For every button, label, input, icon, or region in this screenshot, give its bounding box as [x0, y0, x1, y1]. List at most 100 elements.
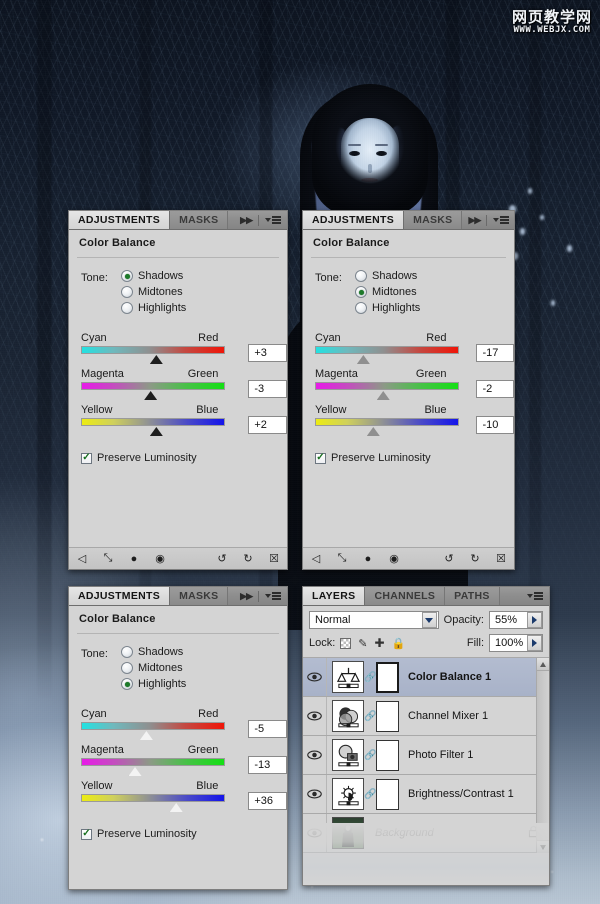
slider-magenta-green-value[interactable]: -2	[476, 380, 514, 398]
reset-adjustment-icon[interactable]: ↻	[235, 548, 261, 570]
layer-mask-thumbnail[interactable]	[376, 739, 399, 771]
scroll-down-button[interactable]	[537, 840, 549, 853]
layer-visibility-icon[interactable]	[303, 658, 327, 696]
layer-visibility-icon[interactable]	[303, 736, 327, 774]
panel-menu-icon[interactable]	[265, 216, 281, 224]
clip-to-layer-icon[interactable]: ●	[121, 548, 147, 570]
radio-highlights[interactable]: Highlights	[121, 678, 186, 690]
tab-adjustments[interactable]: ADJUSTMENTS	[69, 211, 171, 229]
radio-shadows[interactable]: Shadows	[121, 270, 186, 282]
layer-mask-link-icon[interactable]: 🔗	[364, 672, 376, 683]
expanded-view-icon[interactable]: ⤡	[95, 548, 121, 570]
collapse-to-icons-icon[interactable]: ▶▶	[468, 215, 481, 226]
slider-cyan-red-thumb[interactable]	[139, 731, 153, 740]
radio-midtones[interactable]: Midtones	[355, 286, 420, 298]
tab-masks[interactable]: MASKS	[170, 211, 229, 229]
slider-cyan-red-track[interactable]	[315, 346, 459, 364]
blend-mode-select[interactable]: Normal	[309, 611, 439, 629]
collapse-to-icons-icon[interactable]: ▶▶	[240, 215, 253, 226]
panel-menu-icon[interactable]	[527, 592, 543, 600]
slider-cyan-red-track[interactable]	[81, 722, 225, 740]
preserve-luminosity-checkbox[interactable]: ✓	[81, 828, 92, 840]
layer-mask-link-icon[interactable]: 🔗	[364, 789, 376, 800]
layer-visibility-icon[interactable]	[303, 775, 327, 813]
tab-paths[interactable]: PATHS	[445, 587, 500, 605]
clip-to-layer-icon[interactable]: ●	[355, 548, 381, 570]
collapse-to-icons-icon[interactable]: ▶▶	[240, 591, 253, 602]
table-row[interactable]: 🔗 Channel Mixer 1	[303, 697, 549, 736]
toggle-layer-visibility-icon[interactable]: ◉	[147, 548, 173, 570]
slider-yellow-blue-thumb[interactable]	[366, 427, 380, 436]
layer-thumbnail-photo-filter[interactable]	[332, 739, 364, 771]
slider-cyan-red-thumb[interactable]	[149, 355, 163, 364]
slider-magenta-green-thumb[interactable]	[128, 767, 142, 776]
delete-adjustment-layer-icon[interactable]: ☒	[488, 548, 514, 570]
layer-thumbnail-channel-mixer[interactable]	[332, 700, 364, 732]
slider-magenta-green-track[interactable]	[81, 382, 225, 400]
layer-visibility-icon[interactable]	[303, 814, 327, 852]
table-row[interactable]: 🔗 Photo Filter 1	[303, 736, 549, 775]
radio-midtones[interactable]: Midtones	[121, 286, 186, 298]
layer-thumbnail-brightness-contrast[interactable]	[332, 778, 364, 810]
layer-thumbnail-color-balance[interactable]	[332, 661, 364, 693]
layer-name[interactable]: Channel Mixer 1	[399, 710, 549, 722]
panel-menu-icon[interactable]	[493, 216, 510, 224]
opacity-slider-arrow-icon[interactable]	[527, 612, 542, 628]
slider-yellow-blue-value[interactable]: +36	[248, 792, 287, 810]
layer-mask-thumbnail[interactable]	[376, 700, 399, 732]
tab-adjustments[interactable]: ADJUSTMENTS	[303, 211, 405, 229]
layer-name[interactable]: Background	[364, 827, 528, 839]
slider-yellow-blue-track[interactable]	[315, 418, 459, 436]
preview-previous-state-icon[interactable]: ↺	[209, 548, 235, 570]
tab-masks[interactable]: MASKS	[404, 211, 463, 229]
preserve-luminosity-row[interactable]: ✓ Preserve Luminosity	[69, 816, 287, 840]
tab-channels[interactable]: CHANNELS	[365, 587, 446, 605]
slider-cyan-red-thumb[interactable]	[356, 355, 370, 364]
slider-cyan-red-value[interactable]: +3	[248, 344, 287, 362]
slider-yellow-blue-track[interactable]	[81, 794, 225, 812]
layers-scrollbar[interactable]	[536, 658, 549, 853]
layer-mask-link-icon[interactable]: 🔗	[364, 750, 376, 761]
radio-midtones[interactable]: Midtones	[121, 662, 186, 674]
slider-magenta-green-thumb[interactable]	[144, 391, 158, 400]
slider-magenta-green-value[interactable]: -3	[248, 380, 287, 398]
radio-highlights[interactable]: Highlights	[355, 302, 420, 314]
slider-yellow-blue-value[interactable]: -10	[476, 416, 514, 434]
layer-mask-link-icon[interactable]: 🔗	[364, 711, 376, 722]
opacity-field[interactable]: 55%	[489, 611, 543, 629]
preview-previous-state-icon[interactable]: ↺	[436, 548, 462, 570]
panel-menu-icon[interactable]	[265, 592, 281, 600]
layer-name[interactable]: Photo Filter 1	[399, 749, 549, 761]
radio-highlights[interactable]: Highlights	[121, 302, 186, 314]
slider-cyan-red-track[interactable]	[81, 346, 225, 364]
table-row[interactable]: 🔗 Brightness/Contrast 1	[303, 775, 549, 814]
return-to-adjustment-list-icon[interactable]: ◁	[303, 548, 329, 570]
delete-adjustment-layer-icon[interactable]: ☒	[261, 548, 287, 570]
fill-slider-arrow-icon[interactable]	[527, 635, 542, 651]
preserve-luminosity-row[interactable]: ✓ Preserve Luminosity	[69, 440, 287, 464]
preserve-luminosity-checkbox[interactable]: ✓	[315, 452, 326, 464]
return-to-adjustment-list-icon[interactable]: ◁	[69, 548, 95, 570]
reset-adjustment-icon[interactable]: ↻	[462, 548, 488, 570]
table-row[interactable]: Background	[303, 814, 549, 853]
slider-magenta-green-thumb[interactable]	[376, 391, 390, 400]
lock-image-pixels-icon[interactable]: ✎	[358, 637, 367, 650]
layer-visibility-icon[interactable]	[303, 697, 327, 735]
slider-magenta-green-value[interactable]: -13	[248, 756, 287, 774]
lock-transparent-pixels-icon[interactable]	[340, 637, 352, 649]
fill-field[interactable]: 100%	[489, 634, 543, 652]
radio-shadows[interactable]: Shadows	[355, 270, 420, 282]
slider-magenta-green-track[interactable]	[81, 758, 225, 776]
lock-all-icon[interactable]: 🔒	[392, 637, 406, 650]
lock-position-icon[interactable]: ✚	[375, 636, 385, 650]
preserve-luminosity-row[interactable]: ✓ Preserve Luminosity	[303, 440, 514, 464]
tab-layers[interactable]: LAYERS	[303, 587, 366, 605]
slider-yellow-blue-thumb[interactable]	[169, 803, 183, 812]
slider-yellow-blue-thumb[interactable]	[149, 427, 163, 436]
slider-cyan-red-value[interactable]: -5	[248, 720, 287, 738]
layer-mask-thumbnail[interactable]	[376, 661, 399, 693]
layer-name[interactable]: Color Balance 1	[399, 671, 549, 683]
slider-yellow-blue-track[interactable]	[81, 418, 225, 436]
layer-mask-thumbnail[interactable]	[376, 778, 399, 810]
tab-adjustments[interactable]: ADJUSTMENTS	[69, 587, 171, 605]
